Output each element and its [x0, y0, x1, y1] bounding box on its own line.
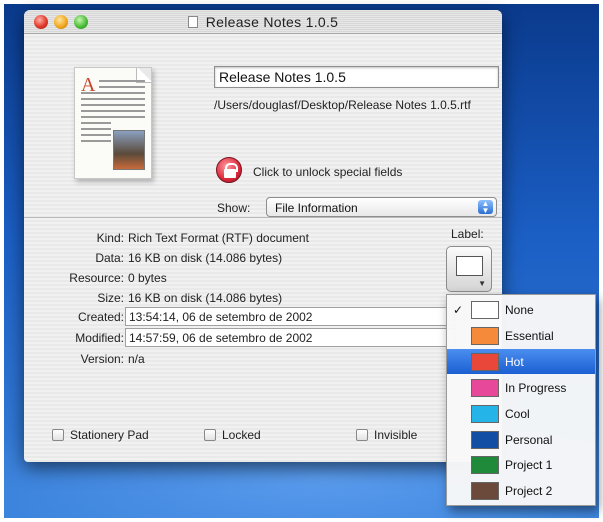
- invisible-checkbox[interactable]: Invisible: [356, 428, 417, 442]
- modified-row: Modified: 14:57:59, 06 de setembro de 20…: [24, 328, 455, 348]
- label-menu-item-in-progress[interactable]: In Progress: [447, 375, 595, 401]
- window-title: Release Notes 1.0.5: [205, 14, 339, 30]
- file-path: /Users/douglasf/Desktop/Release Notes 1.…: [214, 98, 471, 112]
- show-popup-value: File Information: [275, 201, 358, 215]
- label-color-swatch: [471, 352, 499, 371]
- label-menu-item-text: Personal: [505, 432, 553, 447]
- label-menu-item-text: Essential: [505, 328, 554, 343]
- created-field[interactable]: 13:54:14, 06 de setembro de 2002: [125, 307, 455, 326]
- checkbox-box: [52, 429, 64, 441]
- stationery-pad-checkbox[interactable]: Stationery Pad: [52, 428, 149, 442]
- label-menu-item-personal[interactable]: Personal: [447, 427, 595, 453]
- label-color-swatch: [471, 326, 499, 345]
- label-menu-item-text: Hot: [505, 354, 524, 369]
- modified-value: 14:57:59, 06 de setembro de 2002: [129, 331, 313, 345]
- resource-value: 0 bytes: [128, 271, 167, 285]
- version-value: n/a: [128, 352, 145, 366]
- size-row: Size: 16 KB on disk (14.086 bytes): [24, 288, 444, 308]
- label-menu-item-text: In Progress: [505, 380, 567, 395]
- info-window: Release Notes 1.0.5 A Release Notes 1.0.…: [24, 10, 502, 462]
- label-menu-item-essential[interactable]: Essential: [447, 323, 595, 349]
- label-color-swatch: [471, 430, 499, 449]
- resource-row: Resource: 0 bytes: [24, 268, 444, 288]
- created-label: Created:: [77, 310, 124, 324]
- lock-label: Click to unlock special fields: [253, 165, 403, 179]
- label-menu-item-hot[interactable]: Hot: [447, 348, 595, 375]
- stationery-pad-label: Stationery Pad: [70, 428, 149, 442]
- show-popup[interactable]: File Information ▲ ▼: [266, 197, 497, 217]
- label-color-swatch: [471, 482, 499, 501]
- data-row: Data: 16 KB on disk (14.086 bytes): [24, 248, 444, 268]
- locked-checkbox[interactable]: Locked: [204, 428, 261, 442]
- kind-label: Kind:: [96, 231, 124, 245]
- rtf-document-preview-icon: A: [74, 67, 152, 179]
- data-value: 16 KB on disk (14.086 bytes): [128, 251, 283, 265]
- label-popup-button[interactable]: ▼: [446, 246, 492, 292]
- lock-icon[interactable]: [216, 157, 242, 183]
- kind-value: Rich Text Format (RTF) document: [128, 231, 309, 245]
- dropdown-arrow-icon: ▼: [478, 279, 486, 288]
- locked-label: Locked: [222, 428, 261, 442]
- header-area: A Release Notes 1.0.5 /Users/douglasf/De…: [24, 35, 502, 217]
- photo-thumbnail: [113, 130, 145, 170]
- label-menu-item-text: None: [505, 303, 534, 317]
- label-menu-item-none[interactable]: ✓ None: [447, 297, 595, 323]
- size-value: 16 KB on disk (14.086 bytes): [128, 291, 283, 305]
- version-label: Version:: [80, 352, 124, 366]
- divider: [24, 217, 502, 218]
- kind-row: Kind: Rich Text Format (RTF) document: [24, 228, 444, 248]
- title-bar[interactable]: Release Notes 1.0.5: [24, 10, 502, 34]
- label-menu-item-cool[interactable]: Cool: [447, 401, 595, 427]
- label-color-swatch: [471, 301, 499, 319]
- label-menu-item-text: Project 2: [505, 484, 553, 499]
- popup-arrows-icon: ▲ ▼: [478, 200, 493, 215]
- label-menu-item-project-2[interactable]: Project 2: [447, 478, 595, 504]
- label-color-swatch: [471, 456, 499, 475]
- invisible-label: Invisible: [374, 428, 418, 442]
- label-menu-item-text: Project 1: [505, 458, 553, 473]
- label-menu-item-project-1[interactable]: Project 1: [447, 452, 595, 478]
- document-icon: [187, 16, 198, 28]
- modified-field[interactable]: 14:57:59, 06 de setembro de 2002: [125, 328, 455, 347]
- resource-label: Resource:: [69, 271, 124, 285]
- label-heading: Label:: [451, 227, 484, 241]
- show-label: Show:: [217, 201, 251, 215]
- version-row: Version: n/a: [24, 349, 444, 369]
- checkmark-icon: ✓: [453, 303, 464, 317]
- label-color-swatch: [471, 404, 499, 423]
- created-value: 13:54:14, 06 de setembro de 2002: [129, 310, 313, 324]
- created-row: Created: 13:54:14, 06 de setembro de 200…: [24, 307, 455, 327]
- checkbox-box: [356, 429, 368, 441]
- label-menu: ✓ None Essential Hot In Progress Cool Personal…: [446, 294, 596, 506]
- current-label-swatch: [456, 256, 483, 276]
- size-label: Size:: [97, 291, 124, 305]
- label-menu-item-text: Cool: [505, 406, 530, 421]
- window-title-container: Release Notes 1.0.5: [24, 14, 502, 30]
- modified-label: Modified:: [75, 331, 124, 345]
- data-label: Data:: [95, 251, 124, 265]
- label-color-swatch: [471, 378, 499, 397]
- checkbox-box: [204, 429, 216, 441]
- file-name-field[interactable]: Release Notes 1.0.5: [214, 66, 499, 88]
